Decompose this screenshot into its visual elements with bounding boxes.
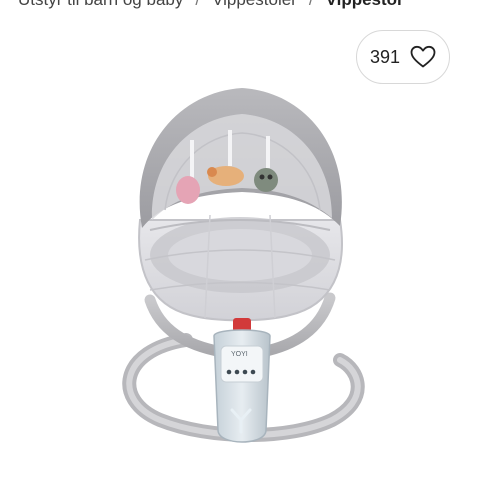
pink-toy [176,176,200,204]
gray-toy [254,168,278,192]
favorite-button[interactable]: 391 [356,30,450,84]
seat-net [138,214,343,322]
breadcrumb-separator: / [195,0,200,10]
breadcrumb-separator: / [309,0,314,10]
panel-brand-label: YOYI [231,351,248,358]
breadcrumb-item-bouncers[interactable]: Vippestoler [212,0,297,10]
breadcrumb-item-current: Vippestol [326,0,402,10]
breadcrumb: Utstyr til barn og baby / Vippestoler / … [18,0,402,12]
control-unit: YOYI [213,318,271,443]
product-image[interactable]: YOYI [0,40,480,480]
product-page: Utstyr til barn og baby / Vippestoler / … [0,0,480,480]
favorite-count: 391 [369,46,401,67]
breadcrumb-item-baby-equipment[interactable]: Utstyr til barn og baby [18,0,183,10]
canopy [139,88,342,228]
heart-outline-icon [410,45,436,68]
